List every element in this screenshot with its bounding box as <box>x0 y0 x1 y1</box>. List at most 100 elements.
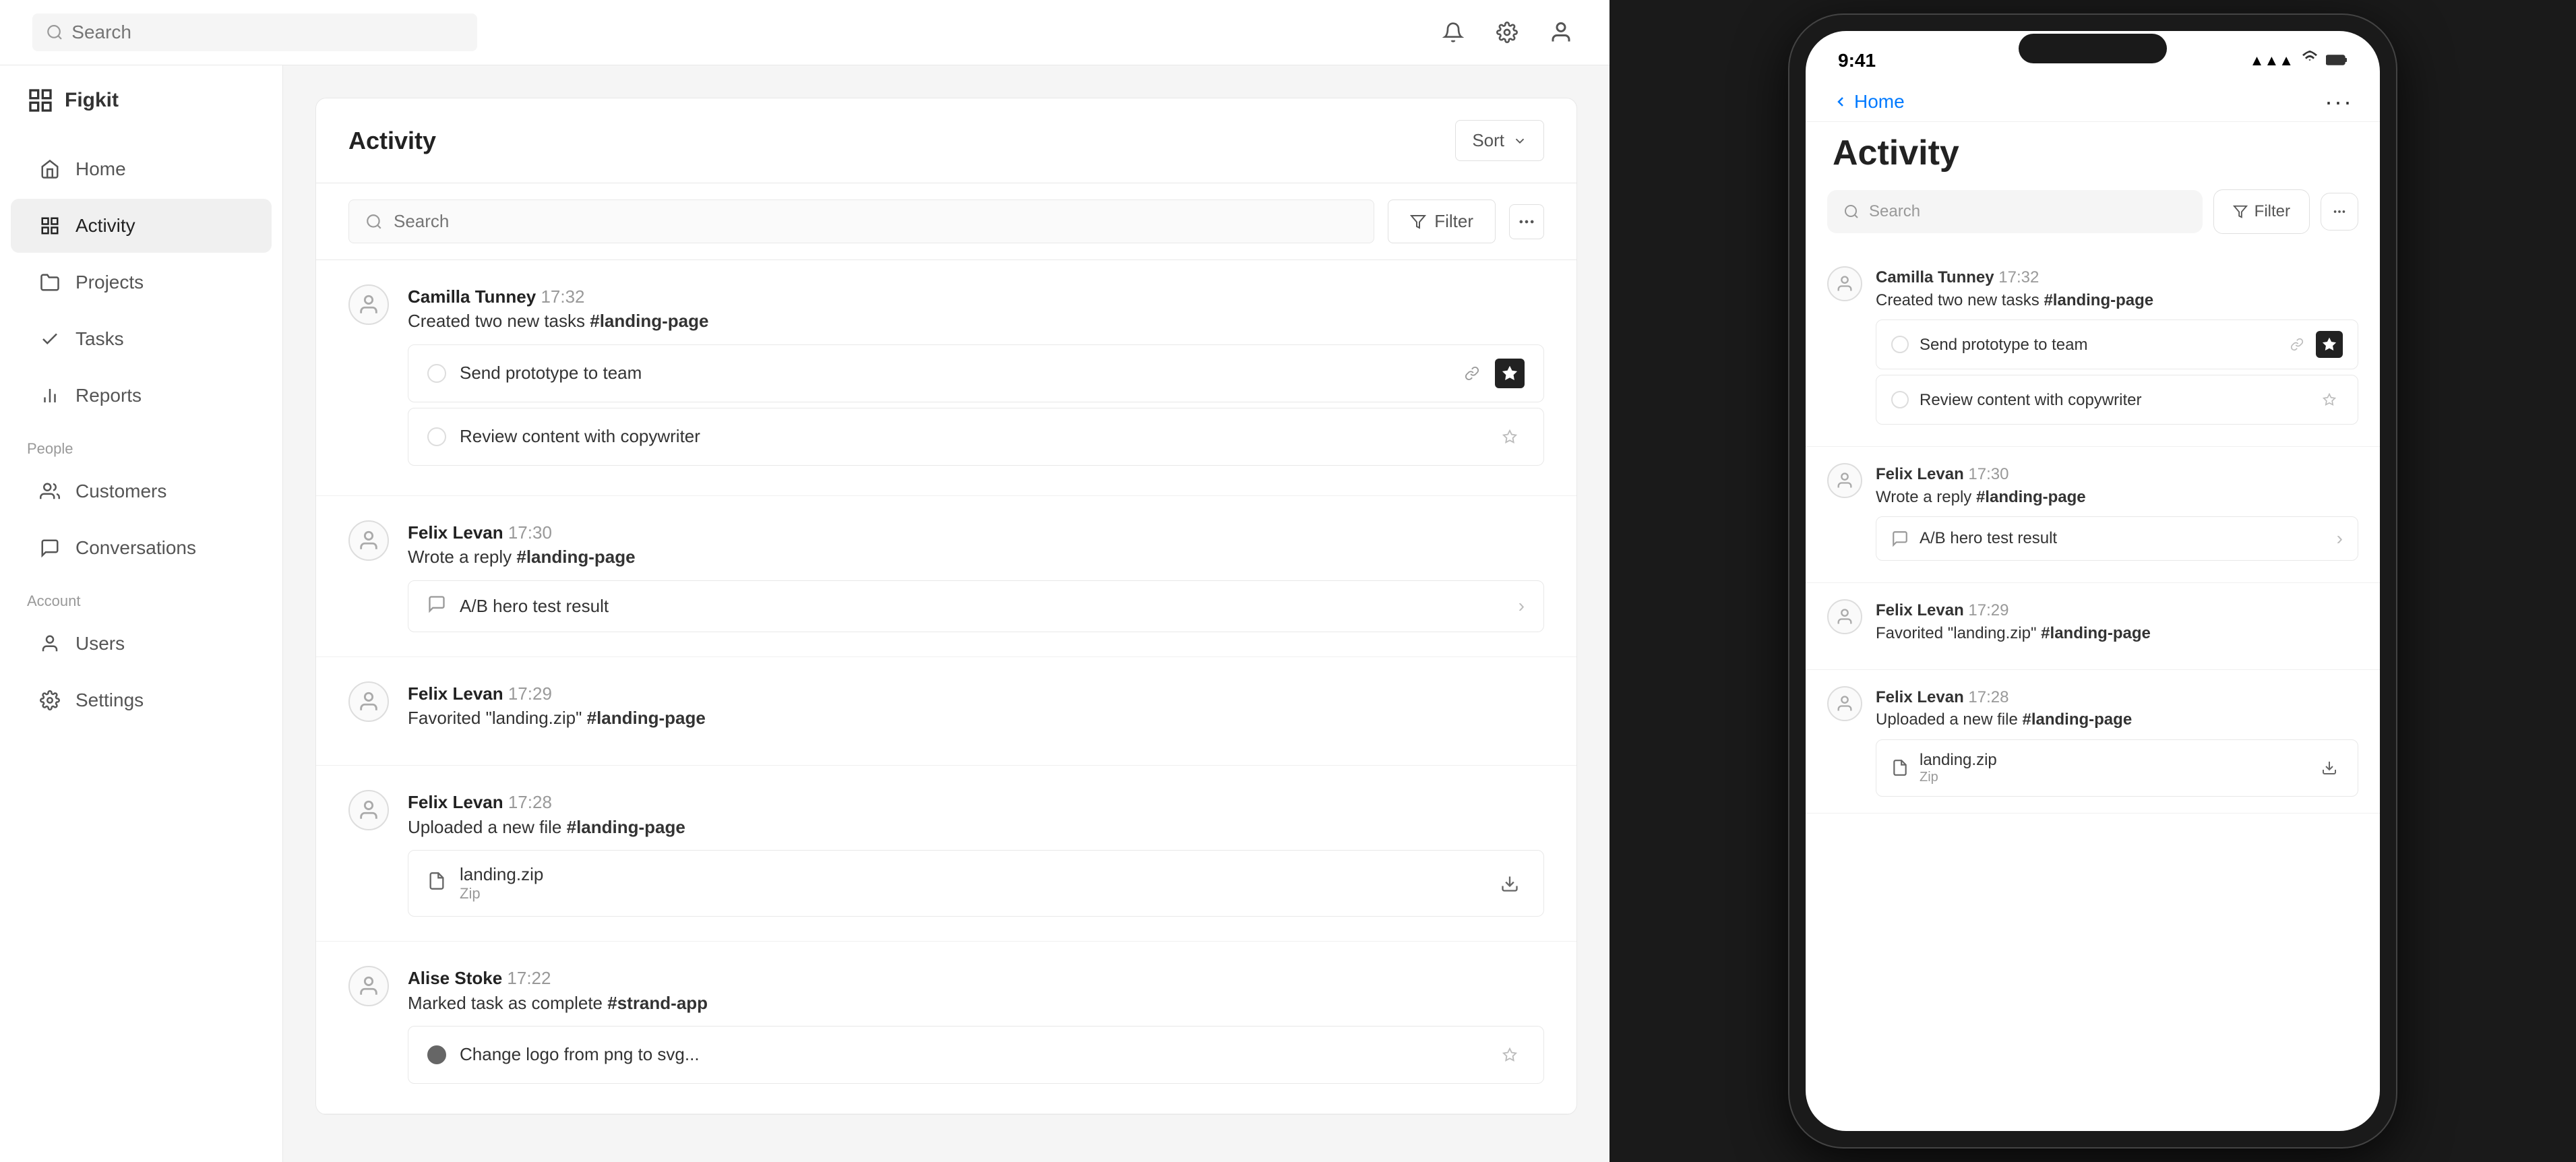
activity-meta-1: Camilla Tunney 17:32 Created two new tas… <box>408 284 1544 334</box>
sidebar-item-conversations[interactable]: Conversations <box>11 521 272 575</box>
task-label-2: Review content with copywriter <box>460 426 1481 447</box>
mobile-task-checkbox-2[interactable] <box>1891 391 1909 408</box>
mobile-search-field[interactable]: Search <box>1827 190 2203 233</box>
avatar-alise <box>348 966 389 1006</box>
sidebar-item-users[interactable]: Users <box>11 617 272 671</box>
settings-button[interactable] <box>1491 16 1523 49</box>
profile-button[interactable] <box>1545 16 1577 49</box>
sort-button[interactable]: Sort <box>1455 120 1544 161</box>
tag-3: #landing-page <box>587 708 706 728</box>
projects-icon <box>38 270 62 295</box>
time-3: 17:29 <box>508 683 552 704</box>
task-card-1[interactable]: Send prototype to team <box>408 344 1544 402</box>
mobile-more-icon <box>2332 204 2347 219</box>
search-input[interactable] <box>71 22 464 43</box>
mobile-reply-card-1[interactable]: A/B hero test result › <box>1876 516 2358 561</box>
mobile-task-actions-2 <box>2316 386 2343 413</box>
task-label-3: Change logo from png to svg... <box>460 1044 1481 1065</box>
task-card-3[interactable]: Change logo from png to svg... <box>408 1026 1544 1084</box>
mobile-task-card-1[interactable]: Send prototype to team <box>1876 319 2358 369</box>
reports-icon <box>38 384 62 408</box>
sidebar-item-activity[interactable]: Activity <box>11 199 272 253</box>
search-box[interactable] <box>32 13 477 51</box>
sidebar-item-home[interactable]: Home <box>11 142 272 196</box>
mobile-more-options[interactable] <box>2321 193 2358 231</box>
mobile-activity-content-3: Felix Levan 17:29 Favorited "landing.zip… <box>1876 599 2358 652</box>
mobile-search-placeholder: Search <box>1869 202 1920 221</box>
sidebar-label-projects: Projects <box>75 272 144 293</box>
mobile-download-icon <box>2321 760 2337 776</box>
reply-card-1[interactable]: A/B hero test result › <box>408 580 1544 632</box>
mobile-star-button-1[interactable] <box>2316 331 2343 358</box>
mobile-status-icons: ▲▲▲ <box>2250 51 2348 71</box>
activity-more-button[interactable] <box>1509 204 1544 239</box>
sidebar-item-reports[interactable]: Reports <box>11 369 272 423</box>
mobile-avatar-felix-3 <box>1827 686 1862 721</box>
mobile-back-button[interactable]: Home <box>1833 91 1905 113</box>
mobile-file-card-1[interactable]: landing.zip Zip <box>1876 739 2358 797</box>
activity-meta-2: Felix Levan 17:30 Wrote a reply #landing… <box>408 520 1544 570</box>
mobile-filter-button[interactable]: Filter <box>2213 189 2310 234</box>
activity-content-1: Camilla Tunney 17:32 Created two new tas… <box>408 284 1544 471</box>
mobile-link-button-1[interactable] <box>2283 331 2310 358</box>
activity-search-input[interactable] <box>394 211 1357 232</box>
app-logo: Figkit <box>0 87 282 141</box>
activity-search-field[interactable] <box>348 200 1374 243</box>
mobile-more-dots: ··· <box>2325 88 2353 115</box>
file-card-1[interactable]: landing.zip Zip <box>408 850 1544 917</box>
tasks-icon <box>38 327 62 351</box>
task-star-button-1[interactable] <box>1495 359 1525 388</box>
star-icon <box>1502 366 1517 381</box>
username-felix-2: Felix Levan <box>408 683 508 704</box>
tag-5: #strand-app <box>607 993 708 1013</box>
file-name: landing.zip <box>460 864 1481 885</box>
sidebar-section-people: People <box>0 424 282 463</box>
mobile-task-checkbox-1[interactable] <box>1891 336 1909 353</box>
activity-content-2: Felix Levan 17:30 Wrote a reply #landing… <box>408 520 1544 632</box>
mobile-download-button[interactable] <box>2316 754 2343 781</box>
mobile-tag-1: #landing-page <box>2044 291 2153 309</box>
mobile-avatar-felix-2 <box>1827 599 1862 634</box>
mobile-task-label-2: Review content with copywriter <box>1920 390 2305 410</box>
sidebar-item-customers[interactable]: Customers <box>11 464 272 518</box>
sidebar-item-tasks[interactable]: Tasks <box>11 312 272 366</box>
task-star-button-3[interactable] <box>1495 1040 1525 1070</box>
username-camilla: Camilla Tunney <box>408 286 541 307</box>
task-checkbox-1[interactable] <box>427 364 446 383</box>
mobile-avatar-felix-1 <box>1827 463 1862 498</box>
task-star-button-2[interactable] <box>1495 422 1525 452</box>
chevron-right-icon: › <box>1519 595 1525 617</box>
reply-label-1: A/B hero test result <box>460 596 1505 617</box>
mobile-activity-item-3: Felix Levan 17:29 Favorited "landing.zip… <box>1806 583 2380 669</box>
mobile-chevron-right-icon: › <box>2337 528 2343 549</box>
mobile-time-1: 17:32 <box>1998 268 2039 286</box>
activity-meta-5: Alise Stoke 17:22 Marked task as complet… <box>408 966 1544 1015</box>
mobile-nav-bar: Home ··· <box>1806 71 2380 122</box>
activity-content-3: Felix Levan 17:29 Favorited "landing.zip… <box>408 681 1544 741</box>
mobile-star-icon-1 <box>2323 338 2336 351</box>
mobile-filter-label: Filter <box>2255 202 2290 221</box>
mobile-activity-item-4: Felix Levan 17:28 Uploaded a new file #l… <box>1806 670 2380 814</box>
mobile-star-button-2[interactable] <box>2316 386 2343 413</box>
sidebar-item-projects[interactable]: Projects <box>11 255 272 309</box>
task-checkbox-3[interactable] <box>427 1045 446 1064</box>
filter-button[interactable]: Filter <box>1388 200 1496 243</box>
avatar-felix-3 <box>348 790 389 830</box>
task-checkbox-2[interactable] <box>427 427 446 446</box>
download-button[interactable] <box>1495 869 1525 898</box>
task-card-2[interactable]: Review content with copywriter <box>408 408 1544 466</box>
chevron-down-icon <box>1512 133 1527 148</box>
mobile-time-2: 17:30 <box>1968 465 2008 483</box>
home-icon <box>38 157 62 181</box>
avatar-felix-1 <box>348 520 389 561</box>
sidebar-label-customers: Customers <box>75 481 166 502</box>
activity-item-2: Felix Levan 17:30 Wrote a reply #landing… <box>316 496 1576 657</box>
mobile-more-button[interactable]: ··· <box>2325 88 2353 116</box>
signal-icon: ▲▲▲ <box>2250 52 2294 69</box>
mobile-task-card-2[interactable]: Review content with copywriter <box>1876 375 2358 425</box>
mobile-activity-meta-2: Felix Levan 17:30 Wrote a reply #landing… <box>1876 463 2358 508</box>
notification-button[interactable] <box>1437 16 1469 49</box>
task-link-button-1[interactable] <box>1457 359 1487 388</box>
username-alise: Alise Stoke <box>408 968 507 988</box>
sidebar-item-settings[interactable]: Settings <box>11 673 272 727</box>
